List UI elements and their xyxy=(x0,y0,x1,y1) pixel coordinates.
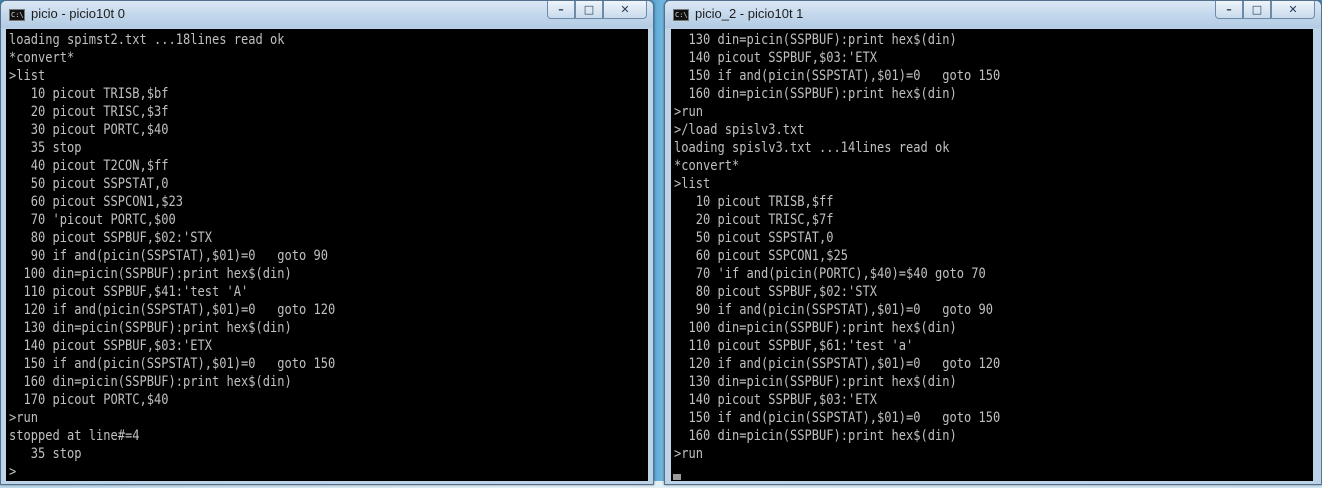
console-line: 30 picout PORTC,$40 xyxy=(9,122,169,138)
minimize-button[interactable]: – xyxy=(1215,1,1243,19)
cmd-icon[interactable]: C:\ xyxy=(673,9,689,21)
window-title: picio - picio10t 0 xyxy=(31,6,125,21)
console-line: 90 if and(picin(SSPSTAT),$01)=0 goto 90 xyxy=(9,248,328,264)
console-line: >run xyxy=(674,446,703,462)
console-line: 70 'picout PORTC,$00 xyxy=(9,212,176,228)
console-line: 160 din=picin(SSPBUF):print hex$(din) xyxy=(674,428,957,444)
console-line: 170 picout PORTC,$40 xyxy=(9,392,169,408)
console-line: >list xyxy=(9,68,46,84)
maximize-button[interactable]: □ xyxy=(575,1,603,19)
console-line: 140 picout SSPBUF,$03:'ETX xyxy=(674,392,877,408)
console-output[interactable]: loading spimst2.txt ...18lines read ok *c… xyxy=(6,29,648,481)
console-line: 60 picout SSPCON1,$23 xyxy=(9,194,183,210)
console-line: 150 if and(picin(SSPSTAT),$01)=0 goto 15… xyxy=(674,68,1001,84)
console-line: *convert* xyxy=(674,158,740,174)
console-line: *convert* xyxy=(9,50,75,66)
console-line: 110 picout SSPBUF,$41:'test 'A' xyxy=(9,284,249,300)
console-line: loading spislv3.txt ...14lines read ok xyxy=(674,140,950,156)
console-line: 160 din=picin(SSPBUF):print hex$(din) xyxy=(9,374,292,390)
console-line: 60 picout SSPCON1,$25 xyxy=(674,248,848,264)
console-output[interactable]: 130 din=picin(SSPBUF):print hex$(din) 14… xyxy=(671,29,1313,481)
console-line: >list xyxy=(674,176,711,192)
window-title: picio_2 - picio10t 1 xyxy=(695,6,804,21)
console-window-picio[interactable]: C:\ picio - picio10t 0 – □ ✕ loading spi… xyxy=(0,0,654,485)
console-line: >run xyxy=(674,104,703,120)
console-line: 10 picout TRISB,$ff xyxy=(674,194,834,210)
console-line: >run xyxy=(9,410,38,426)
cmd-icon[interactable]: C:\ xyxy=(9,9,25,21)
console-line: 130 din=picin(SSPBUF):print hex$(din) xyxy=(9,320,292,336)
console-line: 150 if and(picin(SSPSTAT),$01)=0 goto 15… xyxy=(674,410,1001,426)
maximize-button[interactable]: □ xyxy=(1243,1,1271,19)
window-controls: – □ ✕ xyxy=(1215,1,1315,20)
console-line: 120 if and(picin(SSPSTAT),$01)=0 goto 12… xyxy=(674,356,1001,372)
console-line: 130 din=picin(SSPBUF):print hex$(din) xyxy=(674,32,957,48)
console-line: 140 picout SSPBUF,$03:'ETX xyxy=(9,338,212,354)
console-line: 20 picout TRISC,$3f xyxy=(9,104,169,120)
title-bar[interactable]: C:\ picio_2 - picio10t 1 – □ ✕ xyxy=(665,1,1321,28)
console-line: 50 picout SSPSTAT,0 xyxy=(9,176,169,192)
console-line: 100 din=picin(SSPBUF):print hex$(din) xyxy=(674,320,957,336)
close-button[interactable]: ✕ xyxy=(1271,1,1315,19)
console-line: stopped at line#=4 xyxy=(9,428,140,444)
console-line: 110 picout SSPBUF,$61:'test 'a' xyxy=(674,338,914,354)
console-line: 80 picout SSPBUF,$02:'STX xyxy=(674,284,877,300)
console-line: 90 if and(picin(SSPSTAT),$01)=0 goto 90 xyxy=(674,302,993,318)
console-line: 40 picout T2CON,$ff xyxy=(9,158,169,174)
console-line: >/load spislv3.txt xyxy=(674,122,805,138)
console-line: 140 picout SSPBUF,$03:'ETX xyxy=(674,50,877,66)
console-line: 160 din=picin(SSPBUF):print hex$(din) xyxy=(674,86,957,102)
console-line: 130 din=picin(SSPBUF):print hex$(din) xyxy=(674,374,957,390)
console-line: 80 picout SSPBUF,$02:'STX xyxy=(9,230,212,246)
title-bar[interactable]: C:\ picio - picio10t 0 – □ ✕ xyxy=(1,1,653,28)
console-line: 100 din=picin(SSPBUF):print hex$(din) xyxy=(9,266,292,282)
console-line: 150 if and(picin(SSPSTAT),$01)=0 goto 15… xyxy=(9,356,336,372)
console-line: 35 stop xyxy=(9,446,82,462)
console-line: 35 stop xyxy=(9,140,82,156)
minimize-button[interactable]: – xyxy=(547,1,575,19)
console-line: loading spimst2.txt ...18lines read ok xyxy=(9,32,285,48)
console-window-picio-2[interactable]: C:\ picio_2 - picio10t 1 – □ ✕ 130 din=p… xyxy=(664,0,1322,485)
close-button[interactable]: ✕ xyxy=(603,1,647,19)
console-line: 120 if and(picin(SSPSTAT),$01)=0 goto 12… xyxy=(9,302,336,318)
console-line: 20 picout TRISC,$7f xyxy=(674,212,834,228)
window-controls: – □ ✕ xyxy=(547,1,647,20)
console-line: 50 picout SSPSTAT,0 xyxy=(674,230,834,246)
console-cursor-block xyxy=(673,474,681,480)
console-line: > xyxy=(9,464,17,480)
console-line: 10 picout TRISB,$bf xyxy=(9,86,169,102)
console-line: 70 'if and(picin(PORTC),$40)=$40 goto 70 xyxy=(674,266,986,282)
